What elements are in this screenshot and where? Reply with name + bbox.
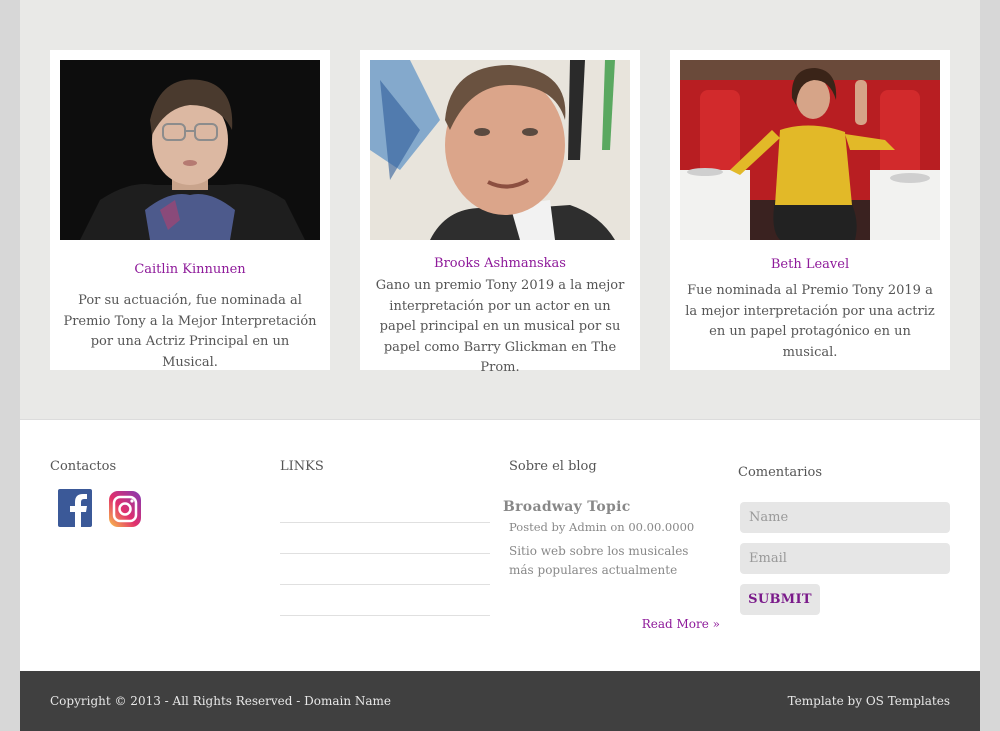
read-more-link[interactable]: Read More » — [620, 617, 720, 631]
profile-card: Beth Leavel Fue nominada al Premio Tony … — [670, 50, 950, 370]
profile-photo — [370, 60, 630, 240]
name-field[interactable] — [740, 502, 950, 533]
blog-section-title: Sobre el blog — [509, 459, 597, 474]
submit-button[interactable]: SUBMIT — [740, 584, 820, 615]
profile-card: Brooks Ashmanskas Gano un premio Tony 20… — [360, 50, 640, 375]
facebook-icon[interactable] — [58, 488, 92, 528]
comments-title: Comentarios — [738, 465, 823, 480]
links-divider — [280, 615, 490, 616]
profile-name[interactable]: Brooks Ashmanskas — [360, 256, 640, 271]
profile-description: Gano un premio Tony 2019 a la mejor inte… — [375, 278, 625, 375]
profile-name[interactable]: Caitlin Kinnunen — [50, 262, 330, 277]
profile-description: Por su actuación, fue nominada al Premio… — [63, 293, 317, 370]
instagram-icon[interactable] — [108, 488, 142, 528]
blog-post-meta: Posted by Admin on 00.00.0000 — [509, 520, 695, 534]
copyright-bar: Copyright © 2013 - All Rights Reserved -… — [20, 671, 980, 731]
profile-name[interactable]: Beth Leavel — [670, 257, 950, 272]
email-field[interactable] — [740, 543, 950, 574]
profile-card: Caitlin Kinnunen Por su actuación, fue n… — [50, 50, 330, 370]
profile-photo — [680, 60, 940, 240]
copyright-text: Copyright © 2013 - All Rights Reserved -… — [50, 694, 392, 708]
cards-section: Caitlin Kinnunen Por su actuación, fue n… — [20, 0, 980, 420]
contacts-title: Contactos — [50, 459, 117, 474]
links-divider — [280, 553, 490, 554]
profile-photo — [60, 60, 320, 240]
links-title: LINKS — [280, 459, 324, 474]
blog-post-excerpt: Sitio web sobre los musicales más popula… — [509, 544, 689, 577]
blog-post-title[interactable]: Broadway Topic — [503, 499, 631, 515]
links-divider — [280, 522, 490, 523]
template-credit[interactable]: Template by OS Templates — [788, 694, 950, 708]
profile-description: Fue nominada al Premio Tony 2019 a la me… — [685, 283, 935, 360]
links-divider — [280, 584, 490, 585]
page-wrapper: Caitlin Kinnunen Por su actuación, fue n… — [20, 0, 980, 731]
